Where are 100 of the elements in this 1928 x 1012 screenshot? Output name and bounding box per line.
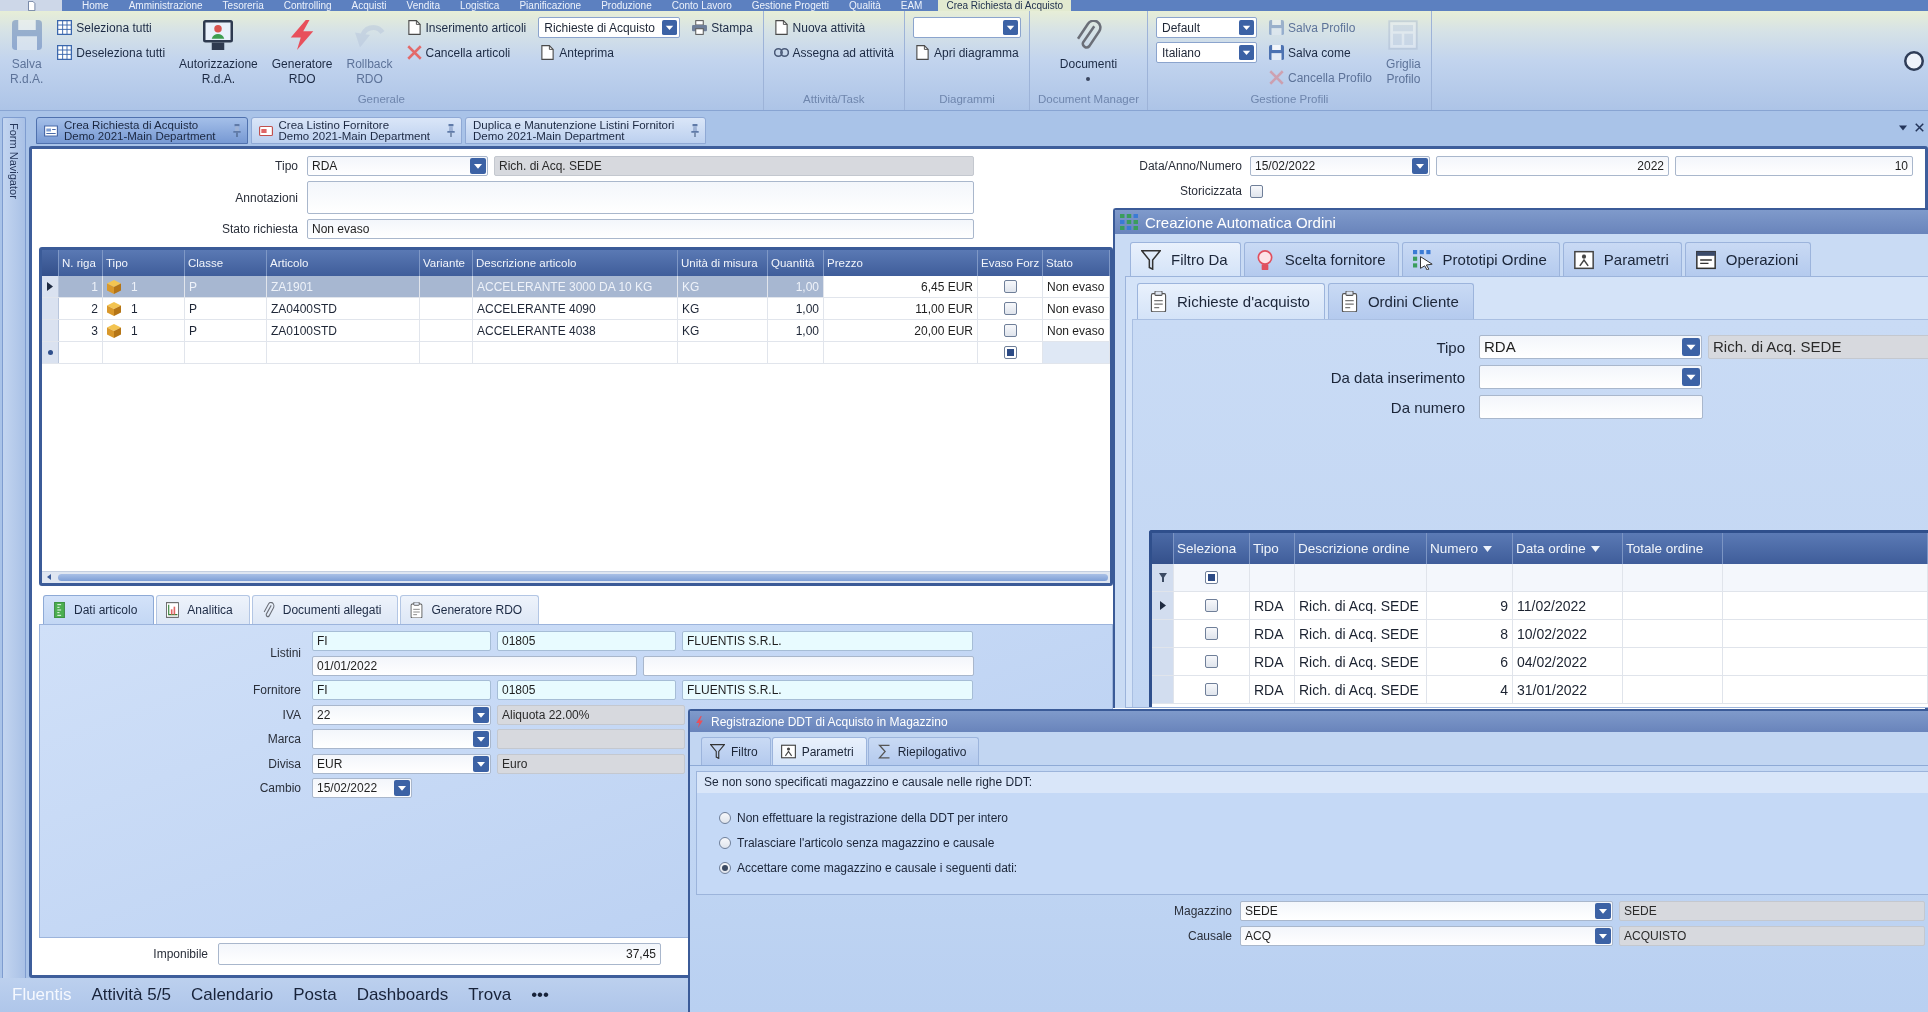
document-tab[interactable]: Crea Listino Fornitore Demo 2021-Main Department xyxy=(250,117,462,144)
ribbon-button[interactable]: Generatore RDO xyxy=(269,15,335,87)
tab[interactable]: Parametri xyxy=(771,737,867,765)
pushpin-icon[interactable] xyxy=(446,124,456,137)
more-button[interactable]: ••• xyxy=(531,985,549,1005)
ribbon-button[interactable]: Salva come xyxy=(1267,40,1375,65)
ribbon-button[interactable]: Cancella articoli xyxy=(404,40,529,65)
tab[interactable]: Riepilogativo xyxy=(867,737,980,765)
type-dropdown[interactable]: RDA xyxy=(1479,335,1702,359)
ribbon-button[interactable]: Documenti xyxy=(1057,15,1120,81)
tab[interactable]: Parametri xyxy=(1562,242,1682,276)
ribbon-button[interactable]: Nuova attività xyxy=(771,15,896,40)
horizontal-scrollbar[interactable] xyxy=(42,571,1110,583)
select-checkbox[interactable] xyxy=(1205,599,1218,612)
notes-field[interactable] xyxy=(307,181,974,214)
status-field[interactable]: Non evaso xyxy=(307,219,974,239)
nav-link[interactable]: Posta xyxy=(293,985,337,1005)
menu-tab[interactable]: Home xyxy=(72,0,119,11)
form-navigator-tab[interactable]: Form Navigator xyxy=(2,117,26,978)
ribbon-button[interactable]: Anteprima xyxy=(538,40,681,65)
radio-button[interactable] xyxy=(719,836,731,849)
ribbon-button[interactable]: Deseleziona tutti xyxy=(55,40,168,65)
radio-button[interactable] xyxy=(719,861,731,874)
ribbon-dropdown[interactable]: Richieste di Acquisto xyxy=(538,17,681,38)
number-field[interactable]: 10 xyxy=(1675,156,1913,176)
pushpin-icon[interactable] xyxy=(231,124,242,137)
menu-tab[interactable]: Controlling xyxy=(273,0,342,11)
ribbon-button[interactable]: Seleziona tutti xyxy=(55,15,168,40)
tab[interactable]: Documenti allegati xyxy=(251,595,399,624)
checkbox[interactable] xyxy=(1003,280,1017,293)
supplier-name-field[interactable]: FLUENTIS S.R.L. xyxy=(682,631,973,651)
checkbox[interactable] xyxy=(1003,346,1017,359)
date-field[interactable]: 01/01/2022 xyxy=(312,655,637,676)
vat-dropdown[interactable]: 22 xyxy=(312,704,491,725)
radio-button[interactable] xyxy=(719,811,731,824)
select-checkbox[interactable] xyxy=(1205,655,1218,668)
tab[interactable]: Dati articolo xyxy=(43,595,155,624)
menu-tab[interactable]: Acquisti xyxy=(341,0,397,11)
type-dropdown[interactable]: RDA xyxy=(307,156,488,176)
reason-dropdown[interactable]: ACQ xyxy=(1240,926,1613,946)
ribbon-button[interactable]: Stampa xyxy=(690,15,755,40)
menu-tab[interactable]: Pianificazione xyxy=(509,0,592,11)
code-field[interactable]: FI xyxy=(312,631,491,651)
pushpin-icon[interactable] xyxy=(690,124,701,137)
code-field[interactable]: FI xyxy=(312,680,491,700)
tab[interactable]: Analitica xyxy=(156,595,250,624)
tab[interactable]: Filtro xyxy=(701,737,771,765)
nav-link[interactable]: Trova xyxy=(468,985,512,1005)
date-dropdown[interactable] xyxy=(1479,365,1702,389)
ribbon-button[interactable]: Inserimento articoli xyxy=(404,15,529,40)
select-checkbox[interactable] xyxy=(1205,627,1218,640)
tab[interactable]: Richieste d'acquisto xyxy=(1137,283,1325,319)
ribbon-dropdown[interactable]: Italiano xyxy=(1156,42,1257,63)
option-label[interactable]: Accettare come magazzino e causale i seguenti dati: xyxy=(737,860,1018,875)
menu-tab[interactable]: EAM xyxy=(890,0,933,11)
ribbon-button[interactable]: Apri diagramma xyxy=(913,40,1021,65)
date-dropdown[interactable]: 15/02/2022 xyxy=(1250,156,1430,176)
year-field[interactable]: 2022 xyxy=(1436,156,1669,176)
supplier-code-field[interactable]: 01805 xyxy=(497,631,676,651)
tab[interactable]: Generatore RDO xyxy=(400,595,540,624)
table-row[interactable]: 1 1 P ZA1901 ACCELERANTE 3000 DA 10 KG KG 1,00 6,45 EUR Non evaso xyxy=(42,276,1110,298)
menu-tab[interactable]: Tesoreria xyxy=(212,0,274,11)
archived-checkbox[interactable] xyxy=(1250,184,1263,198)
menu-tab[interactable]: Produzione xyxy=(591,0,662,11)
menu-tab[interactable]: Qualità xyxy=(839,0,891,11)
select-checkbox[interactable] xyxy=(1205,683,1218,696)
table-row[interactable]: 3 1 P ZA0100STD ACCELERANTE 4038 KG 1,00 20,00 EUR Non evaso xyxy=(42,320,1110,342)
tab[interactable]: Filtro Da xyxy=(1130,242,1241,276)
currency-dropdown[interactable]: EUR xyxy=(312,753,491,774)
menu-tab[interactable]: Gestione Progetti xyxy=(741,0,840,11)
ribbon-button[interactable]: Assegna ad attività xyxy=(771,40,896,65)
select-all-checkbox[interactable] xyxy=(1205,571,1218,584)
menu-tab[interactable]: Vendita xyxy=(396,0,450,11)
document-tab[interactable]: Crea Richiesta di Acquisto Demo 2021-Main Department xyxy=(36,117,248,144)
ring-icon[interactable] xyxy=(1904,50,1924,71)
supplier-name-field[interactable]: FLUENTIS S.R.L. xyxy=(682,680,973,700)
number-field[interactable] xyxy=(1479,395,1703,419)
dropdown-arrow-icon[interactable] xyxy=(1899,124,1907,131)
warehouse-dropdown[interactable]: SEDE xyxy=(1240,901,1613,921)
nav-link[interactable]: Calendario xyxy=(190,985,274,1005)
brand-dropdown[interactable] xyxy=(312,729,491,749)
nav-link[interactable]: Dashboards xyxy=(356,985,449,1005)
menu-tab[interactable]: Conto Lavoro xyxy=(661,0,742,11)
row-indicator[interactable] xyxy=(1152,592,1174,619)
tab[interactable]: Scelta fornitore xyxy=(1243,242,1399,276)
tab[interactable]: Operazioni xyxy=(1684,242,1812,276)
ribbon-button[interactable]: Autorizzazione R.d.A. xyxy=(177,15,260,87)
checkbox[interactable] xyxy=(1003,302,1017,315)
ribbon-dropdown[interactable]: Default xyxy=(1156,17,1257,38)
supplier-code-field[interactable]: 01805 xyxy=(497,680,676,700)
tab[interactable]: Prototipi Ordine xyxy=(1401,242,1560,276)
ribbon-dropdown[interactable] xyxy=(913,17,1021,38)
menu-tab[interactable]: Crea Richiesta di Acquisto xyxy=(938,0,1072,11)
option-label[interactable]: Tralasciare l'articolo senza magazzino e causale xyxy=(737,835,995,850)
menu-tab[interactable]: Amministrazione xyxy=(118,0,213,11)
close-icon[interactable] xyxy=(1915,123,1924,132)
document-tab[interactable]: Duplica e Manutenzione Listini Fornitori Demo 2021-Main Department xyxy=(465,117,707,144)
nav-link[interactable]: Attività 5/5 xyxy=(91,985,171,1005)
checkbox[interactable] xyxy=(1003,324,1017,337)
tab[interactable]: Ordini Cliente xyxy=(1327,283,1474,319)
